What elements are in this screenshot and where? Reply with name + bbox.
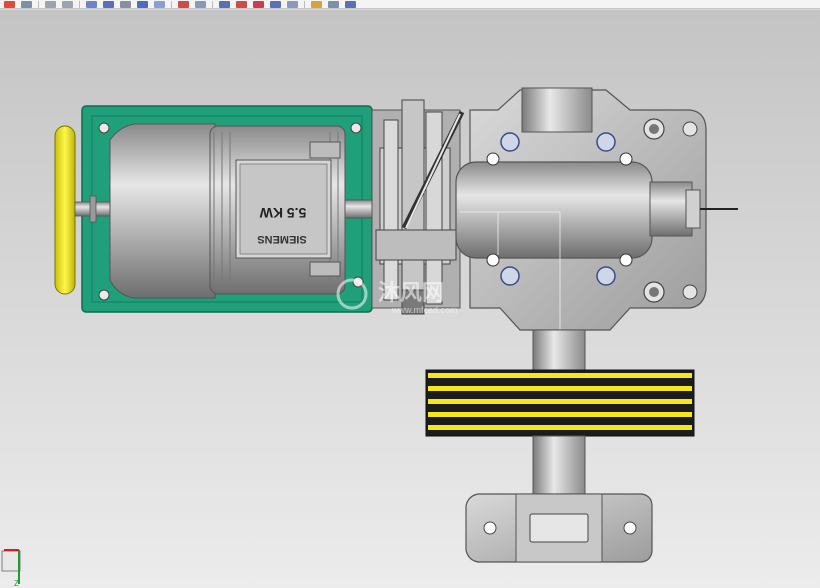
housing-bolt-hole bbox=[649, 287, 659, 297]
layer-icon[interactable] bbox=[328, 0, 339, 8]
motor-end-cap bbox=[109, 123, 216, 299]
coordinate-triad: Z bbox=[1, 549, 21, 588]
shade-icon[interactable] bbox=[103, 0, 114, 8]
undo-icon[interactable] bbox=[45, 0, 56, 8]
housing-bolt-hole bbox=[649, 124, 659, 134]
mount-bolt-tl bbox=[98, 122, 110, 134]
toolbar-separator bbox=[304, 0, 305, 8]
motor-rating-label: 5.5 KW bbox=[259, 205, 306, 221]
gearbox-top-boss bbox=[521, 87, 593, 133]
toolbar-separator bbox=[212, 0, 213, 8]
redo-icon[interactable] bbox=[62, 0, 73, 8]
cylinder-bolt bbox=[619, 253, 633, 267]
bearing-bottom-left bbox=[500, 266, 520, 286]
cylinder-bolt bbox=[486, 152, 500, 166]
watermark-url: www.mfcad.com bbox=[391, 305, 458, 315]
section-icon[interactable] bbox=[219, 0, 230, 8]
bearing-base-slot bbox=[529, 513, 589, 543]
motor-output-shaft bbox=[344, 199, 376, 219]
cad-toolbar bbox=[0, 0, 820, 9]
new-icon[interactable] bbox=[4, 0, 15, 8]
triad-axis-label: Z bbox=[14, 579, 19, 588]
wireframe-icon[interactable] bbox=[120, 0, 131, 8]
base-bolt-hole-right bbox=[623, 521, 637, 535]
housing-bolt-hole bbox=[682, 284, 698, 300]
worm-shaft-housing bbox=[455, 161, 653, 259]
pan-icon[interactable] bbox=[195, 0, 206, 8]
fit-icon[interactable] bbox=[154, 0, 165, 8]
measure-icon[interactable] bbox=[236, 0, 247, 8]
output-shaft-lower bbox=[532, 435, 586, 495]
render-icon[interactable] bbox=[311, 0, 322, 8]
mount-bolt-bl bbox=[98, 289, 110, 301]
motor-brand-label: SIEMENS bbox=[257, 233, 307, 245]
cable-gland bbox=[309, 141, 341, 159]
orient-icon[interactable] bbox=[287, 0, 298, 8]
handwheel bbox=[54, 125, 76, 295]
zoom-icon[interactable] bbox=[178, 0, 189, 8]
cylinder-bolt bbox=[486, 253, 500, 267]
bearing-top-right bbox=[596, 132, 616, 152]
snap-icon[interactable] bbox=[253, 0, 264, 8]
help-icon[interactable] bbox=[345, 0, 356, 8]
worm-shaft-cap bbox=[685, 189, 701, 229]
toolbar-separator bbox=[79, 0, 80, 8]
bearing-top-left bbox=[500, 132, 520, 152]
mount-bolt-tr bbox=[350, 122, 362, 134]
output-shaft-upper bbox=[532, 329, 586, 371]
cad-model: 5.5 KW SIEMENS 沐风网 www.mfcad.com Z bbox=[1, 87, 738, 588]
view-icon[interactable] bbox=[86, 0, 97, 8]
toolbar-separator bbox=[171, 0, 172, 8]
toolbar-separator bbox=[38, 0, 39, 8]
bearing-bottom-right bbox=[596, 266, 616, 286]
cylinder-bolt bbox=[619, 152, 633, 166]
save-icon[interactable] bbox=[21, 0, 32, 8]
shaft-collar bbox=[89, 195, 97, 223]
select-icon[interactable] bbox=[270, 0, 281, 8]
watermark-main: 沐风网 bbox=[378, 280, 444, 305]
cable-gland-lower bbox=[309, 261, 341, 277]
housing-bolt-hole bbox=[682, 121, 698, 137]
rotate-icon[interactable] bbox=[137, 0, 148, 8]
3d-viewport[interactable]: 5.5 KW SIEMENS 沐风网 www.mfcad.com Z bbox=[0, 10, 820, 588]
base-bolt-hole-left bbox=[483, 521, 497, 535]
